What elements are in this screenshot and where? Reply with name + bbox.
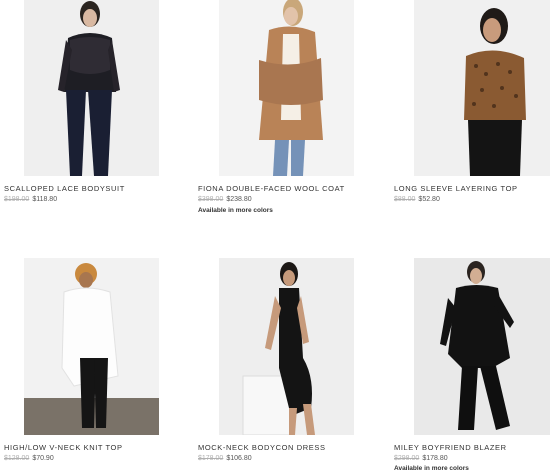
product-image[interactable] <box>24 258 159 435</box>
more-colors-note[interactable]: Available in more colors <box>198 207 273 214</box>
product-image[interactable] <box>24 0 159 176</box>
product-name[interactable]: FIONA DOUBLE-FACED WOOL COAT <box>198 184 345 193</box>
product-name[interactable]: LONG SLEEVE LAYERING TOP <box>394 184 518 193</box>
sale-price: $70.90 <box>32 455 54 462</box>
original-price: $398.00 <box>198 196 224 203</box>
model-figure-icon <box>219 0 354 176</box>
product-image[interactable] <box>219 0 354 176</box>
original-price: $88.00 <box>394 196 416 203</box>
sale-price: $118.80 <box>32 196 58 203</box>
original-price: $128.00 <box>4 455 30 462</box>
product-name[interactable]: HIGH/LOW V-NECK KNIT TOP <box>4 443 123 452</box>
more-colors-note[interactable]: Available in more colors <box>394 465 469 472</box>
original-price: $178.00 <box>198 455 224 462</box>
product-price: $398.00 $238.80 <box>198 196 252 203</box>
product-image[interactable] <box>219 258 354 435</box>
product-price: $198.00 $118.80 <box>4 196 57 203</box>
model-figure-icon <box>24 0 159 176</box>
product-name[interactable]: MOCK-NECK BODYCON DRESS <box>198 443 326 452</box>
model-figure-icon <box>24 258 159 435</box>
product-price: $178.00 $106.80 <box>198 455 252 462</box>
product-price: $298.00 $178.80 <box>394 455 448 462</box>
product-image[interactable] <box>414 258 550 435</box>
sale-price: $52.80 <box>418 196 440 203</box>
sale-price: $238.80 <box>226 196 252 203</box>
model-figure-icon <box>414 258 550 435</box>
model-figure-icon <box>414 0 550 176</box>
product-name[interactable]: SCALLOPED LACE BODYSUIT <box>4 184 125 193</box>
model-figure-icon <box>219 258 354 435</box>
product-price: $128.00 $70.90 <box>4 455 54 462</box>
original-price: $198.00 <box>4 196 30 203</box>
product-price: $88.00 $52.80 <box>394 196 440 203</box>
sale-price: $106.80 <box>226 455 252 462</box>
sale-price: $178.80 <box>422 455 448 462</box>
original-price: $298.00 <box>394 455 420 462</box>
product-image[interactable] <box>414 0 550 176</box>
product-name[interactable]: MILEY BOYFRIEND BLAZER <box>394 443 507 452</box>
